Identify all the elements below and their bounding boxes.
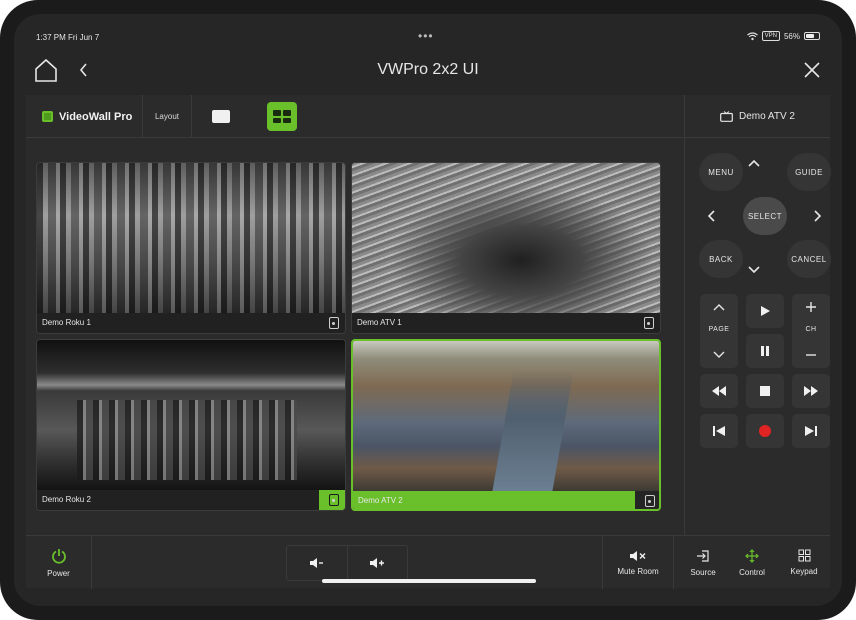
control-button[interactable]: Control [730,536,774,589]
grid-2x2-icon [273,110,291,123]
video-tile-3[interactable]: Demo Roku 2 [36,339,346,511]
page-rocker[interactable]: PAGE [700,294,738,368]
channel-label: CH [805,326,817,333]
tile-label-bar: Demo ATV 1 [352,313,660,333]
video-preview [37,163,345,313]
channel-down-icon[interactable] [792,348,830,362]
app-top-bar: VideoWall Pro Layout Demo ATV 2 [26,95,830,138]
battery-percent: 56% [783,31,800,41]
tile-label: Demo Roku 1 [42,318,91,327]
power-icon [51,548,66,564]
page-label: PAGE [708,326,730,333]
volume-down-icon [309,558,323,568]
channel-up-icon[interactable] [792,300,830,314]
videowall-logo-icon [42,111,53,122]
tablet-frame: 1:37 PM Fri Jun 7 ••• VPN 56% VWPro 2x2 … [0,0,856,620]
tile-label: Demo ATV 1 [357,318,402,327]
rewind-button[interactable] [700,374,738,408]
mute-room-button[interactable]: Mute Room [602,536,674,589]
mute-room-label: Mute Room [617,566,659,576]
home-indicator[interactable] [322,579,536,583]
speaker-icon[interactable] [644,317,654,329]
arrow-left-icon[interactable] [700,204,724,228]
page-title: VWPro 2x2 UI [377,61,479,78]
move-arrows-icon [745,548,759,563]
keypad-button[interactable]: Keypad [782,536,826,589]
play-button[interactable] [746,294,784,328]
wifi-icon [746,31,758,40]
stop-button[interactable] [746,374,784,408]
volume-up-icon [370,558,385,568]
keypad-label: Keypad [790,567,818,576]
fast-forward-icon [804,386,818,396]
record-icon [759,425,771,437]
volume-controls [286,545,408,581]
selected-device-name: Demo ATV 2 [739,111,795,122]
layout-label: Layout [143,95,192,138]
select-button[interactable]: SELECT [743,197,787,235]
video-tile-2[interactable]: Demo ATV 1 [351,162,661,334]
pause-button[interactable] [746,334,784,368]
skip-back-icon [713,426,725,436]
brand-name: VideoWall Pro [59,110,133,123]
control-label: Control [739,567,765,577]
status-right: VPN 56% [746,31,820,41]
page-down-icon[interactable] [700,348,738,362]
volume-down-button[interactable] [287,546,347,580]
source-label: Source [690,567,716,577]
back-button[interactable]: BACK [699,240,743,278]
video-preview [352,163,660,313]
speaker-icon[interactable] [645,495,655,507]
tv-icon [720,111,733,122]
videowall-app: VideoWall Pro Layout Demo ATV 2 Demo Rok… [26,95,831,589]
record-button[interactable] [746,414,784,448]
title-bar: VWPro 2x2 UI [14,54,842,96]
selected-device-indicator[interactable]: Demo ATV 2 [684,95,830,138]
tile-label-bar: Demo ATV 2 [353,491,659,509]
video-preview [37,340,345,490]
battery-icon [804,32,820,40]
speaker-icon[interactable] [329,494,339,506]
source-button[interactable]: Source [682,536,724,589]
mute-icon [630,550,646,561]
stop-icon [760,386,770,396]
status-time: 1:37 PM Fri Jun 7 [36,33,100,42]
menu-button[interactable]: MENU [699,153,743,191]
power-button[interactable]: Power [26,536,92,589]
speaker-icon[interactable] [329,317,339,329]
skip-forward-icon [805,426,817,436]
arrow-down-icon[interactable] [742,257,766,281]
cancel-button[interactable]: CANCEL [787,240,831,278]
tile-label: Demo ATV 2 [358,496,403,505]
channel-rocker[interactable]: CH [792,294,830,368]
video-preview [353,341,659,491]
fast-forward-button[interactable] [792,374,830,408]
play-icon [761,306,770,316]
keypad-grid-icon [798,549,810,562]
vpn-badge: VPN [761,31,780,41]
multitasking-dots-icon[interactable]: ••• [418,29,434,43]
layout-single-button[interactable] [206,102,236,131]
volume-up-button[interactable] [346,546,408,580]
screen: 1:37 PM Fri Jun 7 ••• VPN 56% VWPro 2x2 … [14,14,842,606]
guide-button[interactable]: GUIDE [787,153,831,191]
remote-control-panel: MENU GUIDE SELECT BACK CANCEL PAGE CH [684,138,831,535]
source-input-icon [697,549,709,562]
close-icon[interactable] [800,58,824,82]
video-tile-1[interactable]: Demo Roku 1 [36,162,346,334]
arrow-right-icon[interactable] [805,204,829,228]
layout-quad-button[interactable] [267,102,297,131]
tile-label-bar: Demo Roku 2 [37,490,345,510]
rewind-icon [712,386,726,396]
arrow-up-icon[interactable] [742,152,766,176]
page-up-icon[interactable] [700,300,738,314]
brand: VideoWall Pro [26,95,143,138]
pause-icon [761,346,769,356]
tile-label: Demo Roku 2 [42,495,91,504]
video-tile-4[interactable]: Demo ATV 2 [351,339,661,511]
skip-forward-button[interactable] [792,414,830,448]
power-label: Power [47,568,70,578]
skip-back-button[interactable] [700,414,738,448]
tile-label-bar: Demo Roku 1 [37,313,345,333]
